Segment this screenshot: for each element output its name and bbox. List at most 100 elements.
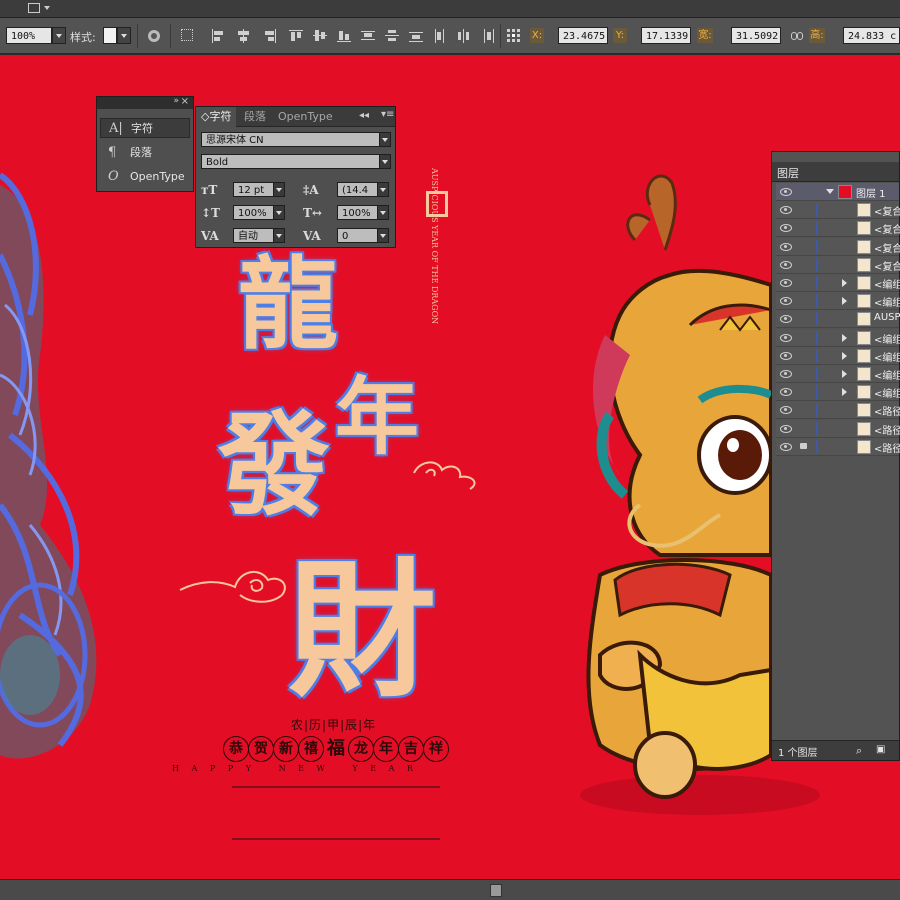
layer-row[interactable]: <路径 <box>776 401 900 420</box>
visibility-eye-icon[interactable] <box>780 296 792 306</box>
visibility-eye-icon[interactable] <box>780 387 792 397</box>
scrollbar-thumb[interactable] <box>490 884 502 897</box>
character-panel: ◇字符 段落 OpenType ◂◂ ▾≡ 思源宋体 CN Bold тT 12… <box>195 106 396 248</box>
zoom-dropdown[interactable] <box>52 27 66 44</box>
visibility-eye-icon[interactable] <box>780 205 792 215</box>
layer-row[interactable]: <复合 <box>776 255 900 274</box>
visibility-eye-icon[interactable] <box>780 223 792 233</box>
tracking-field[interactable]: 0 <box>337 228 379 243</box>
leading-dropdown[interactable] <box>377 182 389 197</box>
locate-object-icon[interactable]: ⌕ <box>856 744 862 758</box>
lock-icon[interactable] <box>800 442 807 449</box>
distribute-right-icon[interactable] <box>480 28 496 44</box>
font-family-field[interactable]: 思源宋体 CN <box>201 132 381 147</box>
close-icon[interactable]: × <box>181 96 189 107</box>
layer-row[interactable]: <编组 <box>776 383 900 402</box>
distribute-bottom-icon[interactable] <box>408 28 424 44</box>
tracking-dropdown[interactable] <box>377 228 389 243</box>
expand-arrow-icon[interactable] <box>842 279 847 287</box>
tab-paragraph[interactable]: 段落 <box>239 107 271 127</box>
visibility-eye-icon[interactable] <box>780 242 792 251</box>
layer-row[interactable]: <编组 <box>776 346 900 365</box>
layer-row[interactable]: <复合 <box>776 201 900 220</box>
zoom-field[interactable]: 100% <box>6 27 52 44</box>
layer-row[interactable]: <编组 <box>776 292 900 311</box>
layers-panel: 图层 图层 1 <复合 <复合 <复合 <复合 <编组 <编组 AUSPI <编组 <编组 <编组 <… <box>771 151 900 761</box>
panel-menu-icon[interactable]: ▾≡ <box>381 109 394 120</box>
layer-row[interactable]: <编组 <box>776 365 900 383</box>
layer-row[interactable]: <路径 <box>776 437 900 456</box>
visibility-eye-icon[interactable] <box>780 314 792 324</box>
style-swatch[interactable] <box>103 27 117 44</box>
align-right-icon[interactable] <box>262 28 278 44</box>
paragraph-panel-button[interactable]: ¶ 段落 <box>100 143 190 163</box>
collapse-icon[interactable]: » <box>173 96 179 106</box>
tab-character[interactable]: ◇字符 <box>196 107 237 127</box>
collapse-icon[interactable]: ◂◂ <box>359 110 369 121</box>
width-field[interactable]: 31.5092 <box>731 27 781 44</box>
expand-arrow-icon[interactable] <box>842 297 847 306</box>
font-size-field[interactable]: 12 pt <box>233 182 275 197</box>
distribute-left-icon[interactable] <box>432 28 448 44</box>
visibility-eye-icon[interactable] <box>780 351 792 360</box>
make-clip-icon[interactable]: ▣ <box>876 744 885 755</box>
tab-opentype[interactable]: OpenType <box>273 107 338 127</box>
layer-row[interactable]: <路径 <box>776 419 900 438</box>
x-field[interactable]: 23.4675 <box>558 27 608 44</box>
character-panel-button[interactable]: A| 字符 <box>100 118 190 138</box>
font-size-dropdown[interactable] <box>273 182 285 197</box>
horizontal-scale-dropdown[interactable] <box>377 205 389 220</box>
visibility-eye-icon[interactable] <box>780 260 792 269</box>
horizontal-scale-field[interactable]: 100% <box>337 205 379 220</box>
expand-arrow-icon[interactable] <box>842 388 847 397</box>
vertical-scale-field[interactable]: 100% <box>233 205 275 220</box>
recolor-icon[interactable] <box>146 28 162 44</box>
style-dropdown[interactable] <box>117 27 131 44</box>
opentype-panel-button[interactable]: O OpenType <box>100 167 190 187</box>
panel-title-bar[interactable]: » × <box>97 96 193 109</box>
layer-row-top[interactable]: 图层 1 <box>776 183 899 201</box>
align-to-icon[interactable] <box>180 28 196 44</box>
visibility-eye-icon[interactable] <box>780 405 792 415</box>
y-field[interactable]: 17.1339 <box>641 27 691 44</box>
align-bottom-icon[interactable] <box>336 28 352 44</box>
align-left-icon[interactable] <box>210 28 226 44</box>
visibility-eye-icon[interactable] <box>780 333 792 342</box>
layer-row[interactable]: <复合 <box>776 219 900 238</box>
workspace-switcher-icon[interactable] <box>28 2 54 16</box>
height-field[interactable]: 24.833 c <box>843 27 900 44</box>
distribute-vcenter-icon[interactable] <box>384 28 400 44</box>
style-label: 样式: <box>70 31 96 44</box>
layer-row[interactable]: <复合 <box>776 237 900 256</box>
link-proportions-icon[interactable] <box>789 28 805 44</box>
visibility-eye-icon[interactable] <box>780 442 792 451</box>
kerning-field[interactable]: 自动 <box>233 228 275 243</box>
layer-thumbnail <box>857 203 871 218</box>
align-vcenter-icon[interactable] <box>312 28 328 44</box>
leading-field[interactable]: (14.4 <box>337 182 379 197</box>
font-style-field[interactable]: Bold <box>201 154 381 169</box>
vertical-scale-dropdown[interactable] <box>273 205 285 220</box>
align-top-icon[interactable] <box>288 28 304 44</box>
font-family-dropdown[interactable] <box>379 132 391 147</box>
collapse-arrow-icon[interactable] <box>826 189 834 194</box>
layer-row[interactable]: <编组 <box>776 274 900 292</box>
align-hcenter-icon[interactable] <box>236 28 252 44</box>
expand-arrow-icon[interactable] <box>842 370 847 378</box>
reference-point-icon[interactable] <box>506 28 522 44</box>
font-style-dropdown[interactable] <box>379 154 391 169</box>
visibility-eye-icon[interactable] <box>780 278 792 287</box>
expand-arrow-icon[interactable] <box>842 351 847 360</box>
kerning-dropdown[interactable] <box>273 228 285 243</box>
layers-panel-header[interactable]: 图层 <box>772 162 899 182</box>
horizontal-scrollbar[interactable] <box>0 879 900 900</box>
visibility-eye-icon[interactable] <box>780 369 792 378</box>
distribute-hcenter-icon[interactable] <box>456 28 472 44</box>
visibility-eye-icon[interactable] <box>780 187 792 196</box>
distribute-top-icon[interactable] <box>360 28 376 44</box>
layer-row[interactable]: AUSPI <box>776 310 900 329</box>
font-size-icon: тT <box>201 183 218 197</box>
visibility-eye-icon[interactable] <box>780 424 792 433</box>
expand-arrow-icon[interactable] <box>842 333 847 342</box>
layer-row[interactable]: <编组 <box>776 328 900 347</box>
